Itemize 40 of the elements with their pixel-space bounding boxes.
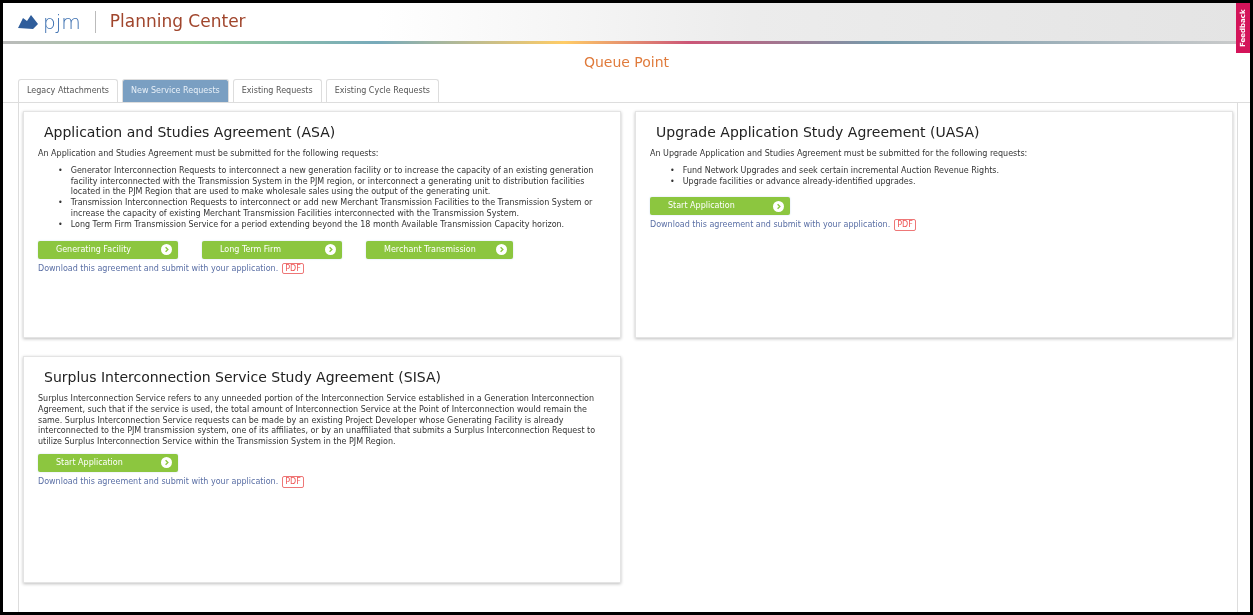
start-button[interactable]: Start Application [650, 197, 790, 216]
logo-text: pjm [43, 9, 81, 36]
bullet-item: Long Term Firm Transmission Service for a period extending beyond the 18 month Available Transmission Capacity horizon. [70, 219, 565, 231]
app-title: Planning Center [109, 10, 246, 34]
start-button[interactable]: Start Application [38, 454, 178, 472]
bullet-item: Generator Interconnection Requests to interconnect a new generation facility or to increase the capacity of an existing generation facility interconnected with the Transmission System in the PJM region, or interconnect a generating unit to distribution facilities located in the PJM Region that are used to make wholesale sales using the output of the generating unit. [70, 165, 595, 198]
bullet-marker: • [670, 176, 675, 188]
logo-icon [17, 14, 39, 30]
arrow-circle-icon [495, 244, 507, 256]
pdf-icon[interactable]: PDF [894, 219, 916, 231]
start-button[interactable]: Generating Facility [38, 240, 178, 259]
card-title: Application and Studies Agreement (ASA) [44, 123, 337, 142]
arrow-circle-icon [325, 244, 336, 256]
download-link[interactable]: Download this agreement and submit with your application. [38, 263, 279, 273]
card-description: An Upgrade Application and Studies Agreement must be submitted for the following requests: [650, 149, 1029, 160]
pdf-icon[interactable]: PDF [282, 476, 304, 488]
bullet-item: Transmission Interconnection Requests to interconnect or add new Merchant Transmission Facilities to the Transmission System or increase the capacity of existing Merchant Transmission Facilities interconnected with the Transmission System. [70, 198, 594, 220]
start-button[interactable]: Merchant Transmission [366, 240, 513, 259]
card-description: An Application and Studies Agreement must be submitted for the following requests: [38, 149, 380, 160]
arrow-circle-icon [161, 457, 172, 469]
bullet-item: Fund Network Upgrades and seek certain incremental Auction Revenue Rights. [682, 165, 1000, 177]
arrow-circle-icon [773, 200, 784, 212]
bullet-marker: • [58, 219, 63, 231]
arrow-circle-icon [161, 244, 172, 256]
tab[interactable]: Existing Cycle Requests [325, 79, 439, 102]
card-description: Surplus Interconnection Service refers to any unneeded portion of the Interconnection Service established in a Generation Interconnection Agreement, such that if the service is used, the total amount of Interconnection Service at the Point of Interconnection would remain the same. Surplus Interconnection Service requests can be made by an existing Project Developer whose Generating Facility is already interconnected to the PJM transmission system, one of its affiliates, or by an unaffiliated that submits a Surplus Interconnection Request to utilize Surplus Interconnection Service within the Transmission System in the PJM Region. [38, 394, 597, 448]
card-title: Upgrade Application Study Agreement (UASA) [656, 123, 981, 142]
download-link[interactable]: Download this agreement and submit with your application. [38, 477, 279, 486]
tab[interactable]: New Service Requests [121, 79, 229, 102]
bullet-marker: • [58, 165, 63, 177]
download-link[interactable]: Download this agreement and submit with your application. [650, 220, 891, 230]
bullet-marker: • [670, 165, 675, 177]
start-button[interactable]: Long Term Firm [202, 240, 342, 259]
bullet-marker: • [58, 198, 63, 210]
page-title: Queue Point [582, 53, 671, 72]
tab[interactable]: Legacy Attachments [18, 79, 118, 102]
bullet-item: Upgrade facilities or advance already-identified upgrades. [682, 176, 916, 188]
pdf-icon[interactable]: PDF [282, 262, 304, 275]
tab[interactable]: Existing Requests [232, 79, 322, 102]
card-title: Surplus Interconnection Service Study Agreement (SISA) [44, 368, 442, 387]
